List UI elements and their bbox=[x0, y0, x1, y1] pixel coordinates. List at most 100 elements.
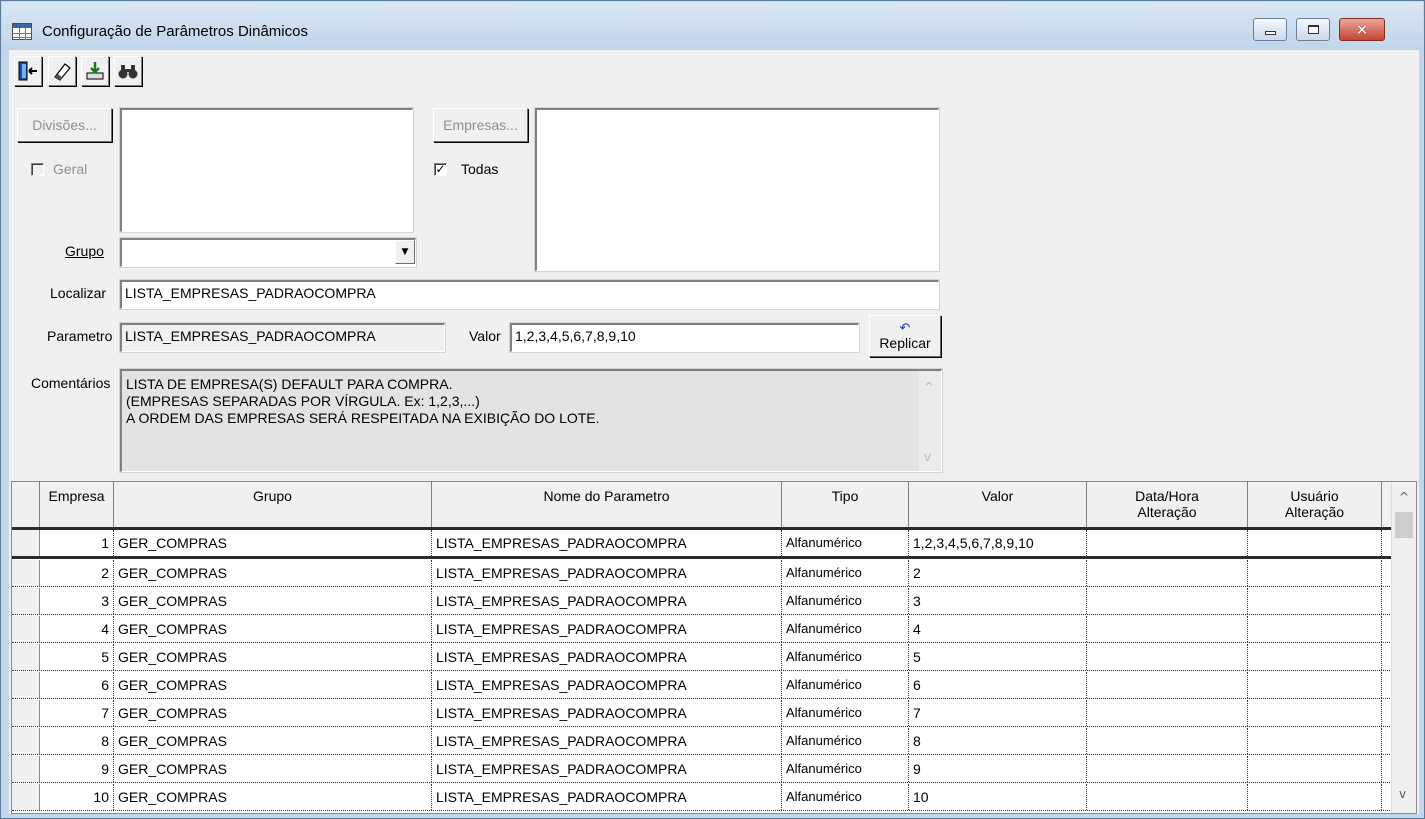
row-indicator[interactable] bbox=[12, 530, 40, 556]
cell-tipo[interactable]: Alfanumérico bbox=[782, 560, 909, 586]
cell-data-hora[interactable] bbox=[1087, 756, 1248, 782]
header-tipo[interactable]: Tipo bbox=[782, 482, 909, 527]
cell-grupo[interactable]: GER_COMPRAS bbox=[114, 588, 432, 614]
grid-scrollbar[interactable]: ^ v bbox=[1391, 482, 1416, 813]
cell-usuario[interactable] bbox=[1248, 530, 1382, 556]
cell-empresa[interactable]: 3 bbox=[40, 588, 114, 614]
cell-empresa[interactable]: 5 bbox=[40, 644, 114, 670]
row-indicator[interactable] bbox=[12, 728, 40, 754]
search-button[interactable] bbox=[114, 56, 142, 86]
divisoes-button[interactable]: Divisões... bbox=[17, 108, 112, 142]
empresas-listbox[interactable] bbox=[534, 107, 940, 272]
header-usuario[interactable]: Usuário Alteração bbox=[1248, 482, 1382, 527]
cell-usuario[interactable] bbox=[1248, 756, 1382, 782]
cell-empresa[interactable]: 9 bbox=[40, 756, 114, 782]
table-row[interactable]: 10 GER_COMPRAS LISTA_EMPRESAS_PADRAOCOMPRA… bbox=[12, 784, 1392, 811]
cell-grupo[interactable]: GER_COMPRAS bbox=[114, 530, 432, 556]
cell-tipo[interactable]: Alfanumérico bbox=[782, 616, 909, 642]
table-row[interactable]: 7 GER_COMPRAS LISTA_EMPRESAS_PADRAOCOMPRA A… bbox=[12, 700, 1392, 727]
cell-empresa[interactable]: 6 bbox=[40, 672, 114, 698]
cell-usuario[interactable] bbox=[1248, 588, 1382, 614]
cell-empresa[interactable]: 8 bbox=[40, 728, 114, 754]
cell-tipo[interactable]: Alfanumérico bbox=[782, 644, 909, 670]
localizar-input[interactable]: LISTA_EMPRESAS_PADRAOCOMPRA bbox=[119, 279, 940, 310]
cell-valor[interactable]: 5 bbox=[909, 644, 1087, 670]
header-empresa[interactable]: Empresa bbox=[40, 482, 114, 527]
valor-input[interactable]: 1,2,3,4,5,6,7,8,9,10 bbox=[509, 322, 860, 353]
table-row[interactable]: 8 GER_COMPRAS LISTA_EMPRESAS_PADRAOCOMPRA A… bbox=[12, 728, 1392, 755]
row-indicator[interactable] bbox=[12, 700, 40, 726]
cell-empresa[interactable]: 4 bbox=[40, 616, 114, 642]
row-indicator[interactable] bbox=[12, 784, 40, 810]
cell-nome[interactable]: LISTA_EMPRESAS_PADRAOCOMPRA bbox=[432, 616, 782, 642]
cell-valor[interactable]: 2 bbox=[909, 560, 1087, 586]
geral-checkbox[interactable] bbox=[31, 163, 44, 176]
scroll-down-icon[interactable]: v bbox=[1399, 787, 1406, 801]
cell-grupo[interactable]: GER_COMPRAS bbox=[114, 560, 432, 586]
cell-usuario[interactable] bbox=[1248, 644, 1382, 670]
cell-data-hora[interactable] bbox=[1087, 616, 1248, 642]
cell-data-hora[interactable] bbox=[1087, 588, 1248, 614]
maximize-button[interactable] bbox=[1296, 18, 1330, 41]
save-button[interactable] bbox=[81, 56, 109, 86]
cell-valor[interactable]: 3 bbox=[909, 588, 1087, 614]
cell-nome[interactable]: LISTA_EMPRESAS_PADRAOCOMPRA bbox=[432, 588, 782, 614]
row-indicator[interactable] bbox=[12, 672, 40, 698]
cell-tipo[interactable]: Alfanumérico bbox=[782, 530, 909, 556]
comentarios-textarea[interactable]: LISTA DE EMPRESA(S) DEFAULT PARA COMPRA.… bbox=[119, 368, 943, 473]
cell-valor[interactable]: 10 bbox=[909, 784, 1087, 810]
divisoes-listbox[interactable] bbox=[119, 107, 414, 233]
table-row[interactable]: 9 GER_COMPRAS LISTA_EMPRESAS_PADRAOCOMPRA A… bbox=[12, 756, 1392, 783]
cell-nome[interactable]: LISTA_EMPRESAS_PADRAOCOMPRA bbox=[432, 560, 782, 586]
row-indicator[interactable] bbox=[12, 756, 40, 782]
cell-nome[interactable]: LISTA_EMPRESAS_PADRAOCOMPRA bbox=[432, 530, 782, 556]
row-indicator[interactable] bbox=[12, 616, 40, 642]
cell-grupo[interactable]: GER_COMPRAS bbox=[114, 644, 432, 670]
table-row[interactable]: 1 GER_COMPRAS LISTA_EMPRESAS_PADRAOCOMPRA A… bbox=[12, 530, 1392, 559]
parameters-grid[interactable]: Empresa Grupo Nome do Parametro Tipo Val… bbox=[11, 481, 1417, 814]
cell-usuario[interactable] bbox=[1248, 784, 1382, 810]
cell-valor[interactable]: 4 bbox=[909, 616, 1087, 642]
cell-empresa[interactable]: 2 bbox=[40, 560, 114, 586]
cell-usuario[interactable] bbox=[1248, 616, 1382, 642]
cell-data-hora[interactable] bbox=[1087, 728, 1248, 754]
cell-nome[interactable]: LISTA_EMPRESAS_PADRAOCOMPRA bbox=[432, 644, 782, 670]
empresas-button[interactable]: Empresas... bbox=[433, 108, 528, 142]
cell-grupo[interactable]: GER_COMPRAS bbox=[114, 700, 432, 726]
cell-tipo[interactable]: Alfanumérico bbox=[782, 756, 909, 782]
cell-nome[interactable]: LISTA_EMPRESAS_PADRAOCOMPRA bbox=[432, 728, 782, 754]
title-bar[interactable]: Configuração de Parâmetros Dinâmicos ✕ bbox=[2, 2, 1423, 50]
cell-data-hora[interactable] bbox=[1087, 784, 1248, 810]
cell-valor[interactable]: 7 bbox=[909, 700, 1087, 726]
todas-checkbox[interactable]: ✓ bbox=[434, 163, 447, 176]
cell-data-hora[interactable] bbox=[1087, 530, 1248, 556]
cell-empresa[interactable]: 10 bbox=[40, 784, 114, 810]
cell-tipo[interactable]: Alfanumérico bbox=[782, 672, 909, 698]
cell-nome[interactable]: LISTA_EMPRESAS_PADRAOCOMPRA bbox=[432, 756, 782, 782]
cell-grupo[interactable]: GER_COMPRAS bbox=[114, 756, 432, 782]
replicar-button[interactable]: ↶ Replicar bbox=[869, 315, 941, 357]
cell-usuario[interactable] bbox=[1248, 728, 1382, 754]
row-indicator[interactable] bbox=[12, 588, 40, 614]
header-valor[interactable]: Valor bbox=[909, 482, 1087, 527]
cell-nome[interactable]: LISTA_EMPRESAS_PADRAOCOMPRA bbox=[432, 784, 782, 810]
cell-valor[interactable]: 9 bbox=[909, 756, 1087, 782]
header-grupo[interactable]: Grupo bbox=[114, 482, 432, 527]
cell-empresa[interactable]: 7 bbox=[40, 700, 114, 726]
cell-usuario[interactable] bbox=[1248, 700, 1382, 726]
cell-data-hora[interactable] bbox=[1087, 644, 1248, 670]
cell-tipo[interactable]: Alfanumérico bbox=[782, 784, 909, 810]
cell-grupo[interactable]: GER_COMPRAS bbox=[114, 728, 432, 754]
cell-nome[interactable]: LISTA_EMPRESAS_PADRAOCOMPRA bbox=[432, 672, 782, 698]
cell-tipo[interactable]: Alfanumérico bbox=[782, 588, 909, 614]
cell-data-hora[interactable] bbox=[1087, 672, 1248, 698]
grupo-combobox[interactable]: ▼ bbox=[119, 237, 417, 268]
close-button[interactable]: ✕ bbox=[1339, 18, 1385, 41]
cell-tipo[interactable]: Alfanumérico bbox=[782, 728, 909, 754]
row-indicator[interactable] bbox=[12, 560, 40, 586]
cell-data-hora[interactable] bbox=[1087, 700, 1248, 726]
cell-valor[interactable]: 1,2,3,4,5,6,7,8,9,10 bbox=[909, 530, 1087, 556]
table-row[interactable]: 6 GER_COMPRAS LISTA_EMPRESAS_PADRAOCOMPRA A… bbox=[12, 672, 1392, 699]
cell-tipo[interactable]: Alfanumérico bbox=[782, 700, 909, 726]
table-row[interactable]: 2 GER_COMPRAS LISTA_EMPRESAS_PADRAOCOMPRA A… bbox=[12, 560, 1392, 587]
